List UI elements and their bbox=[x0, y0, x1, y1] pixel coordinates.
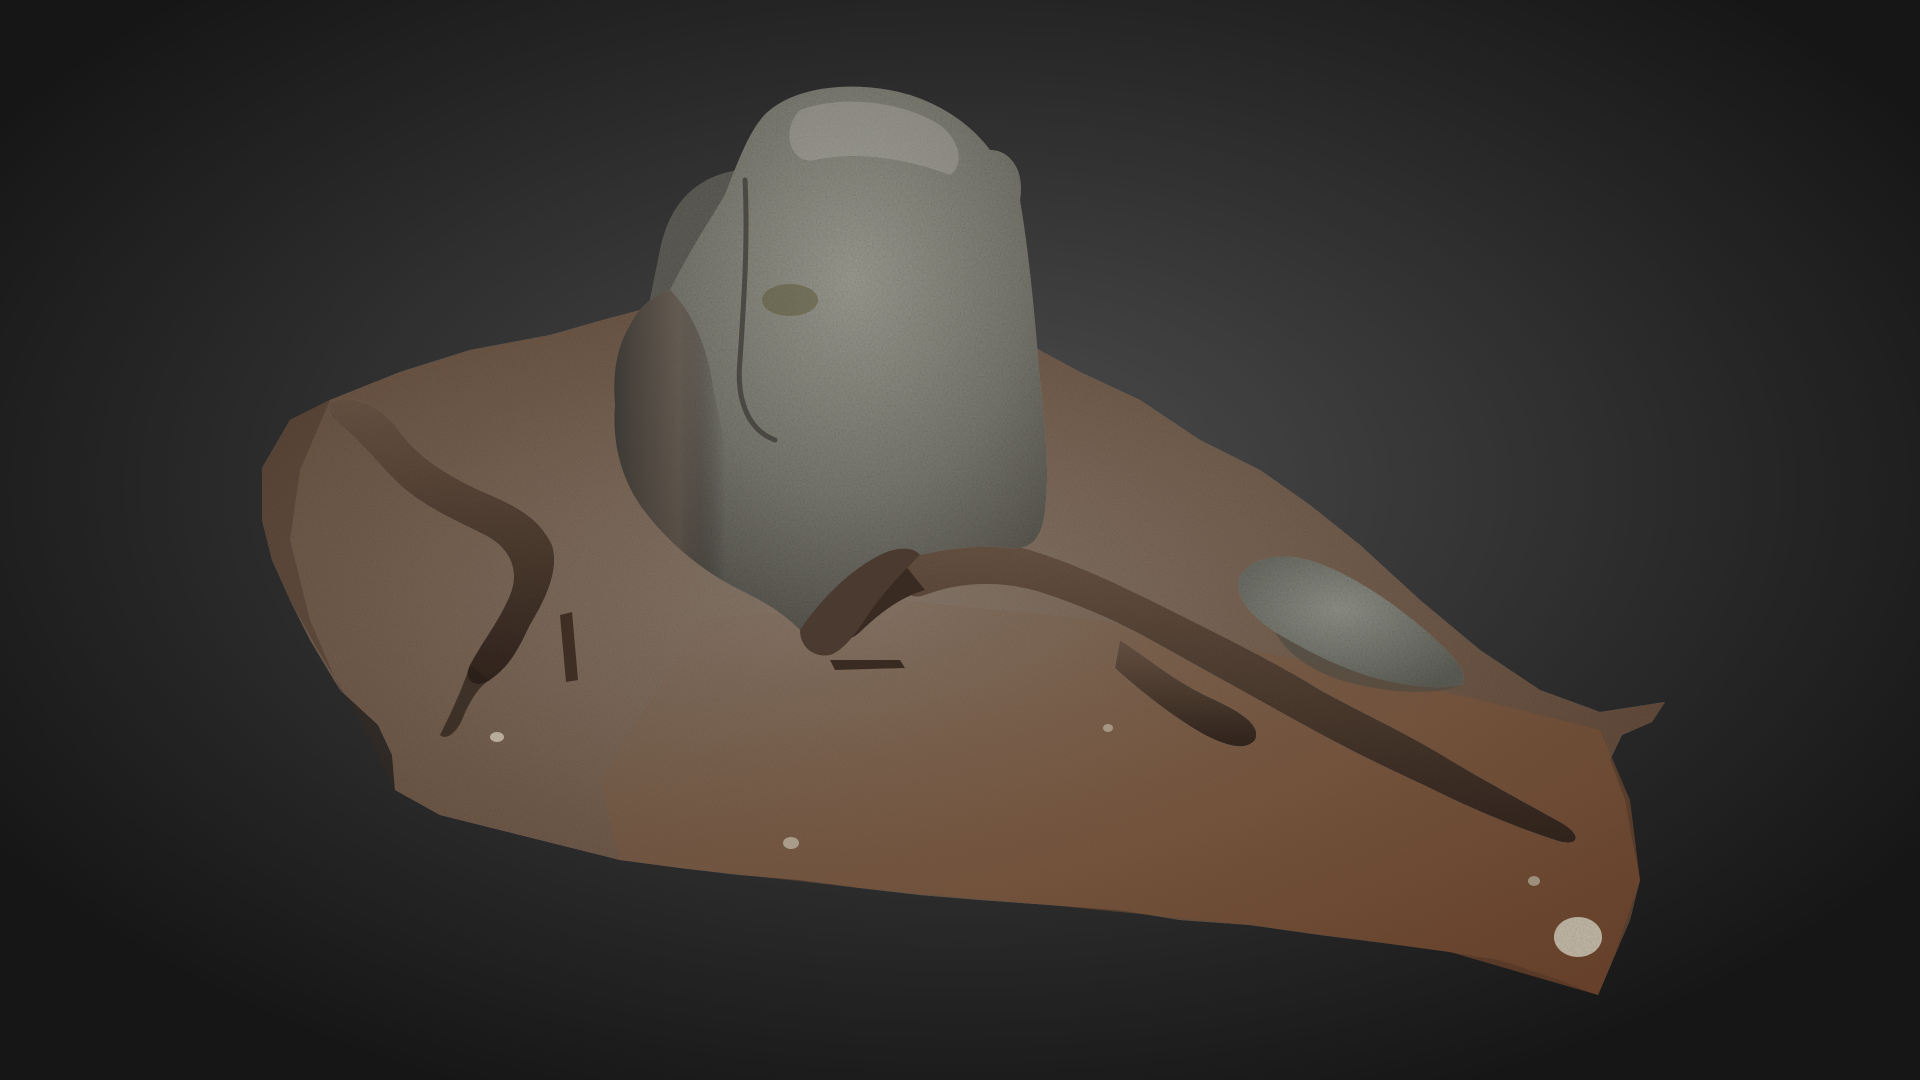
3d-viewport[interactable] bbox=[0, 0, 1920, 1080]
scanned-scene bbox=[262, 86, 1665, 995]
